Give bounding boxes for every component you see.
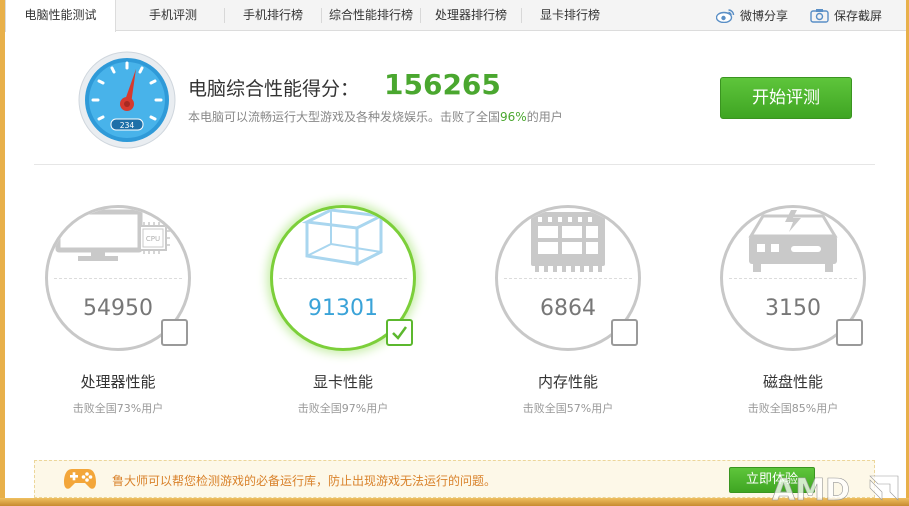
weibo-icon (716, 8, 735, 23)
hard-disk-icon (723, 208, 863, 282)
tab-bar: 电脑性能测试 手机评测 手机排行榜 综合性能排行榜 处理器排行榜 显卡排行榜 微… (5, 0, 906, 32)
total-score: 156265 (384, 68, 501, 101)
metric-checkbox[interactable] (611, 319, 638, 346)
window-frame-left (0, 0, 5, 506)
metric-rank-text: 击败全国85%用户 (747, 402, 839, 415)
metric-value: 54950 (83, 296, 153, 321)
speedometer-icon: 234 (78, 51, 176, 149)
save-screenshot-label: 保存截屏 (834, 8, 883, 23)
metric-checkbox[interactable] (386, 319, 413, 346)
score-description-suffix: 的用户 (526, 110, 563, 124)
score-description: 本电脑可以流畅运行大型游戏及各种发烧娱乐。击败了全国96%的用户 (188, 108, 563, 125)
gamepad-icon (63, 466, 97, 496)
metric-rank-text: 击败全国73%用户 (72, 402, 164, 415)
tab-gpu-ranking[interactable]: 显卡排行榜 (522, 0, 618, 31)
metric-label: 内存性能 (537, 373, 598, 391)
ring-divider (504, 278, 632, 279)
metric-rank-text: 击败全国57%用户 (522, 402, 614, 415)
runtime-notice-bar: 鲁大师可以帮您检测游戏的必备运行库，防止出现游戏无法运行的问题。 立即体验 (34, 460, 875, 498)
gauge-readout: 234 (120, 121, 135, 130)
amd-logo-text: AMD (772, 473, 850, 504)
metric-rank-text: 击败全国97%用户 (297, 402, 389, 415)
ring-divider (54, 278, 182, 279)
start-benchmark-button[interactable]: 开始评测 (720, 77, 852, 119)
tab-cpu-ranking[interactable]: 处理器排行榜 (421, 0, 521, 31)
amd-logo: AMD (770, 470, 906, 506)
score-description-prefix: 本电脑可以流畅运行大型游戏及各种发烧娱乐。击败了全国 (188, 110, 501, 124)
metric-label: 显卡性能 (312, 373, 373, 391)
metric-value: 3150 (765, 296, 821, 321)
metric-label: 磁盘性能 (762, 373, 823, 391)
ring-divider (729, 278, 857, 279)
metric-checkbox[interactable] (161, 319, 188, 346)
metric-checkbox[interactable] (836, 319, 863, 346)
notice-text: 鲁大师可以帮您检测游戏的必备运行库，防止出现游戏无法运行的问题。 (112, 474, 497, 488)
tab-phone-ranking[interactable]: 手机排行榜 (225, 0, 321, 31)
tab-overall-ranking[interactable]: 综合性能排行榜 (322, 0, 420, 31)
score-title: 电脑综合性能得分： (188, 78, 360, 100)
monitor-cpu-icon: CPU (48, 208, 188, 282)
save-screenshot-button[interactable]: 保存截屏 (810, 0, 882, 31)
weibo-share-label: 微博分享 (740, 8, 789, 23)
cpu-chip-text: CPU (146, 235, 160, 243)
metric-label: 处理器性能 (80, 373, 156, 391)
camera-icon (810, 8, 829, 23)
score-description-percent: 96% (500, 110, 527, 124)
divider (34, 164, 875, 165)
ring-divider (279, 278, 407, 279)
tab-pc-performance-test[interactable]: 电脑性能测试 (5, 0, 116, 32)
memory-chip-icon (498, 208, 638, 282)
weibo-share-button[interactable]: 微博分享 (716, 0, 788, 31)
tab-phone-review[interactable]: 手机评测 (123, 0, 223, 31)
cube-icon (273, 208, 413, 282)
metric-value: 6864 (540, 296, 596, 321)
metric-value: 91301 (308, 296, 378, 321)
